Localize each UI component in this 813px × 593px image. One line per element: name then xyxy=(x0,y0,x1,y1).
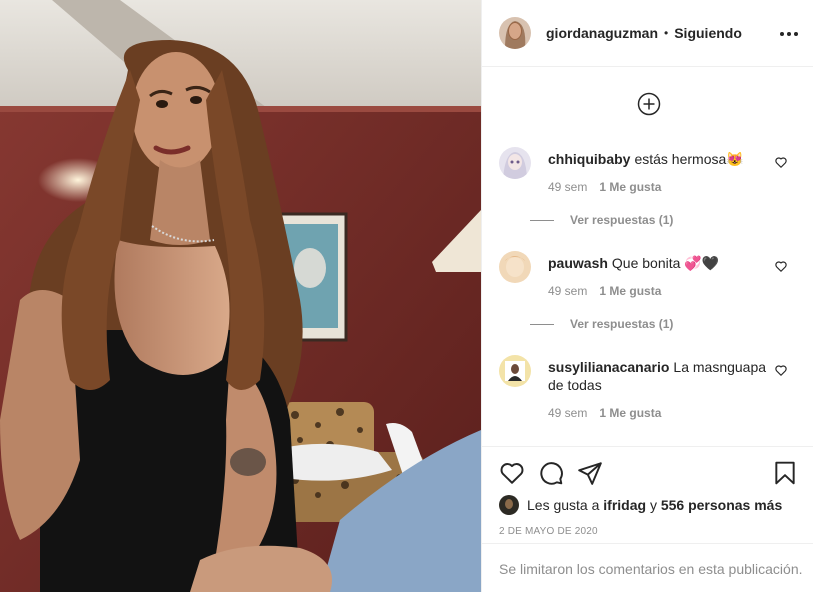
comment-body: chhiquibaby estás hermosa😻 xyxy=(548,150,768,168)
post-photo[interactable] xyxy=(0,0,481,592)
replies-line xyxy=(530,219,554,221)
comment-time[interactable]: 49 sem xyxy=(548,180,587,194)
side-panel: giordanaguzman • Siguiendo chhiquibaby e… xyxy=(481,0,813,592)
comment-author[interactable]: chhiquibaby xyxy=(548,151,630,167)
view-replies-label: Ver respuestas (1) xyxy=(570,317,674,331)
commenter-avatar-image xyxy=(499,355,531,387)
more-dots-icon[interactable] xyxy=(777,24,801,44)
commenter-avatar[interactable] xyxy=(499,147,531,179)
comment-body: susylilianacanario La masnguapa de todas xyxy=(548,358,768,394)
heart-icon[interactable] xyxy=(774,259,788,273)
commenter-avatar-image xyxy=(499,147,531,179)
commenter-avatar-image xyxy=(499,251,531,283)
comments-disabled-notice: Se limitaron los comentarios en esta pub… xyxy=(482,543,813,593)
liker-avatar-image xyxy=(499,495,519,515)
comment-meta: 49 sem 1 Me gusta xyxy=(548,180,661,194)
commenter-avatar[interactable] xyxy=(499,355,531,387)
view-replies-label: Ver respuestas (1) xyxy=(570,213,674,227)
comment-text: estás hermosa xyxy=(634,151,727,167)
author-username[interactable]: giordanaguzman xyxy=(546,25,658,41)
view-replies-button[interactable]: Ver respuestas (1) xyxy=(530,317,673,331)
paper-plane-icon[interactable] xyxy=(577,460,603,486)
likes-summary: Les gusta a ifridag y 556 personas más xyxy=(499,495,782,515)
liker-avatar[interactable] xyxy=(499,495,519,515)
comment-emoji: 💞🖤 xyxy=(684,255,720,271)
bookmark-icon[interactable] xyxy=(772,460,798,486)
commenter-avatar[interactable] xyxy=(499,251,531,283)
comment-author[interactable]: pauwash xyxy=(548,255,608,271)
liker-username[interactable]: ifridag xyxy=(603,497,646,513)
comment-likes[interactable]: 1 Me gusta xyxy=(599,180,661,194)
likes-connector: y xyxy=(649,497,657,513)
plus-circle-icon[interactable] xyxy=(637,92,661,116)
comment-author[interactable]: susylilianacanario xyxy=(548,359,669,375)
comment-likes[interactable]: 1 Me gusta xyxy=(599,284,661,298)
post-header: giordanaguzman • Siguiendo xyxy=(482,0,813,67)
author-avatar[interactable] xyxy=(499,17,531,49)
author-avatar-image xyxy=(499,17,531,49)
post-viewer: giordanaguzman • Siguiendo chhiquibaby e… xyxy=(0,0,813,592)
action-bar xyxy=(499,460,799,486)
photo-illustration xyxy=(0,0,481,592)
post-actions-section: Les gusta a ifridag y 556 personas más 2… xyxy=(482,446,813,592)
comment-likes[interactable]: 1 Me gusta xyxy=(599,406,661,420)
heart-icon[interactable] xyxy=(774,155,788,169)
post-date[interactable]: 2 DE MAYO DE 2020 xyxy=(499,526,598,537)
replies-line xyxy=(530,323,554,325)
view-replies-button[interactable]: Ver respuestas (1) xyxy=(530,213,673,227)
comment-time[interactable]: 49 sem xyxy=(548,406,587,420)
comment-meta: 49 sem 1 Me gusta xyxy=(548,406,661,420)
comment-time[interactable]: 49 sem xyxy=(548,284,587,298)
likes-count-button[interactable]: 556 personas más xyxy=(661,497,782,513)
comment-body: pauwash Que bonita 💞🖤 xyxy=(548,254,768,272)
follow-status-button[interactable]: Siguiendo xyxy=(674,25,742,41)
comment-text: Que bonita xyxy=(611,255,681,271)
comment-meta: 49 sem 1 Me gusta xyxy=(548,284,661,298)
likes-prefix: Les gusta a xyxy=(527,497,600,513)
header-separator: • xyxy=(664,26,669,40)
comment-emoji: 😻 xyxy=(726,151,744,167)
heart-icon[interactable] xyxy=(499,460,525,486)
heart-icon[interactable] xyxy=(774,363,788,377)
comment-bubble-icon[interactable] xyxy=(538,460,564,486)
